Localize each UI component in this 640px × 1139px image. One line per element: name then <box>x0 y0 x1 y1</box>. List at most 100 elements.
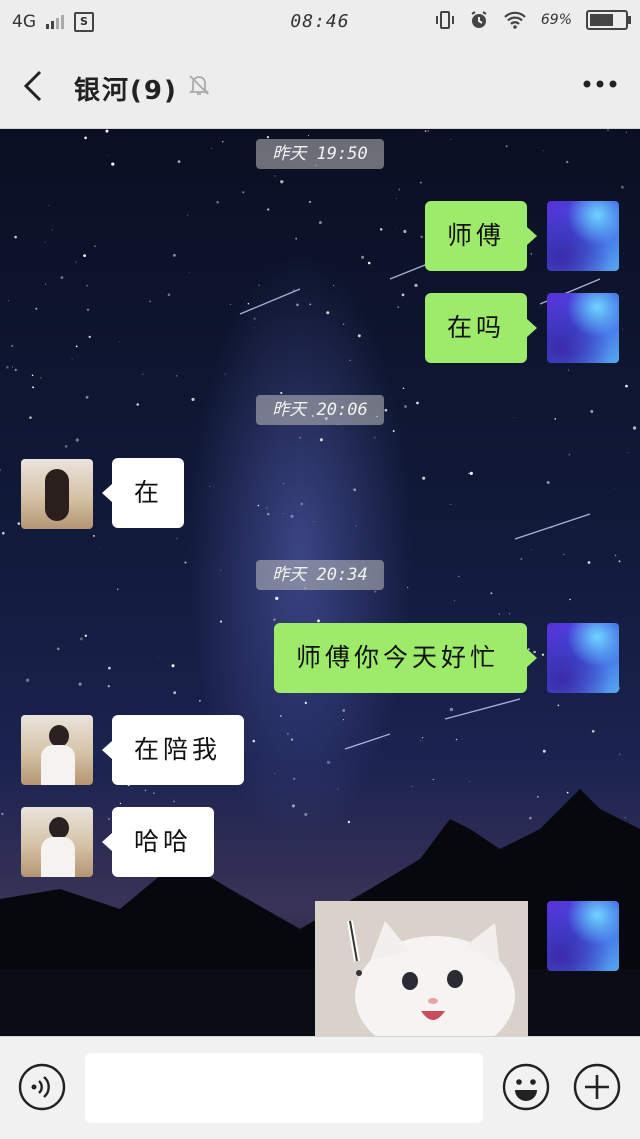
star <box>384 408 388 412</box>
star <box>318 221 322 225</box>
star <box>508 613 510 615</box>
star <box>292 777 296 781</box>
contact-avatar[interactable] <box>21 807 93 877</box>
star <box>105 129 109 133</box>
battery-percent: 69% <box>540 12 572 28</box>
contact-avatar[interactable] <box>21 459 93 529</box>
star <box>626 132 628 134</box>
vibrate-icon <box>435 11 454 29</box>
star <box>458 575 460 578</box>
more-button[interactable] <box>580 70 620 100</box>
star <box>342 709 346 712</box>
star <box>108 817 110 820</box>
my-avatar[interactable] <box>547 901 619 971</box>
star <box>627 452 629 453</box>
star <box>107 154 109 156</box>
star <box>422 476 426 480</box>
star <box>403 229 407 234</box>
message-input[interactable] <box>85 1053 483 1123</box>
star <box>416 401 419 405</box>
avatar-figure <box>49 817 69 839</box>
star <box>107 685 110 688</box>
star <box>86 284 88 287</box>
voice-button[interactable] <box>18 1063 66 1111</box>
star <box>56 647 60 651</box>
star <box>420 740 422 742</box>
star <box>171 664 175 668</box>
star <box>118 341 120 343</box>
star <box>119 802 122 805</box>
star <box>624 816 626 819</box>
star <box>557 704 560 707</box>
star <box>397 306 400 309</box>
star <box>170 798 172 799</box>
contact-avatar[interactable] <box>21 715 93 785</box>
chat-area[interactable]: 昨天 19:50 师傅 在吗 昨天 20:06 在 昨天 20:34 师傅你今天… <box>0 129 640 1036</box>
chat-title[interactable]: 银河(9) <box>74 70 178 107</box>
star <box>449 707 454 712</box>
message-bubble-incoming[interactable]: 在 <box>102 458 184 528</box>
star <box>349 359 351 361</box>
plus-button[interactable] <box>573 1063 621 1111</box>
star <box>414 283 418 288</box>
star <box>229 303 232 306</box>
star <box>257 504 260 507</box>
star <box>357 334 361 338</box>
cat-sticker <box>315 901 528 1036</box>
star <box>304 812 308 817</box>
star <box>379 228 383 231</box>
battery-level <box>590 14 614 26</box>
message-bubble-outgoing[interactable]: 师傅你今天好忙 <box>274 623 537 693</box>
star <box>291 804 295 808</box>
message-bubble-outgoing[interactable]: 师傅 <box>425 201 537 271</box>
star <box>86 308 90 312</box>
back-button[interactable] <box>20 66 56 106</box>
chat-header: 银河(9) <box>0 44 640 129</box>
my-avatar[interactable] <box>547 293 619 363</box>
star <box>392 430 395 432</box>
my-avatar[interactable] <box>547 201 619 271</box>
star <box>142 373 144 375</box>
star <box>353 488 357 492</box>
my-avatar[interactable] <box>547 623 619 693</box>
status-bar: 4G S 08:46 69% <box>0 0 640 44</box>
star <box>333 285 335 286</box>
star <box>620 185 624 189</box>
star <box>172 253 176 257</box>
star <box>419 181 422 184</box>
star <box>275 596 279 601</box>
star <box>111 162 115 166</box>
message-bubble-outgoing[interactable]: 在吗 <box>425 293 537 363</box>
star <box>45 283 47 285</box>
star <box>529 816 532 820</box>
star <box>290 738 294 741</box>
input-bar <box>0 1036 640 1139</box>
star <box>591 729 595 733</box>
star <box>468 472 470 475</box>
star <box>563 553 565 555</box>
emoji-icon <box>502 1063 550 1111</box>
star <box>25 678 30 682</box>
star <box>618 753 621 756</box>
star <box>632 426 637 430</box>
star <box>432 779 434 781</box>
sticker-image[interactable] <box>315 901 528 1036</box>
star <box>136 403 139 406</box>
star <box>157 656 159 658</box>
star <box>1 531 5 535</box>
star <box>313 521 315 523</box>
emoji-button[interactable] <box>502 1063 550 1111</box>
star <box>300 502 303 506</box>
star <box>590 410 594 413</box>
star <box>342 323 345 326</box>
star <box>117 588 119 590</box>
star <box>267 208 270 211</box>
star <box>347 820 351 824</box>
star <box>396 198 397 200</box>
message-bubble-incoming[interactable]: 哈哈 <box>102 807 214 877</box>
back-arrow-icon <box>23 70 42 102</box>
star <box>40 377 42 379</box>
message-bubble-incoming[interactable]: 在陪我 <box>102 715 244 785</box>
star <box>258 284 260 287</box>
star <box>607 129 609 132</box>
